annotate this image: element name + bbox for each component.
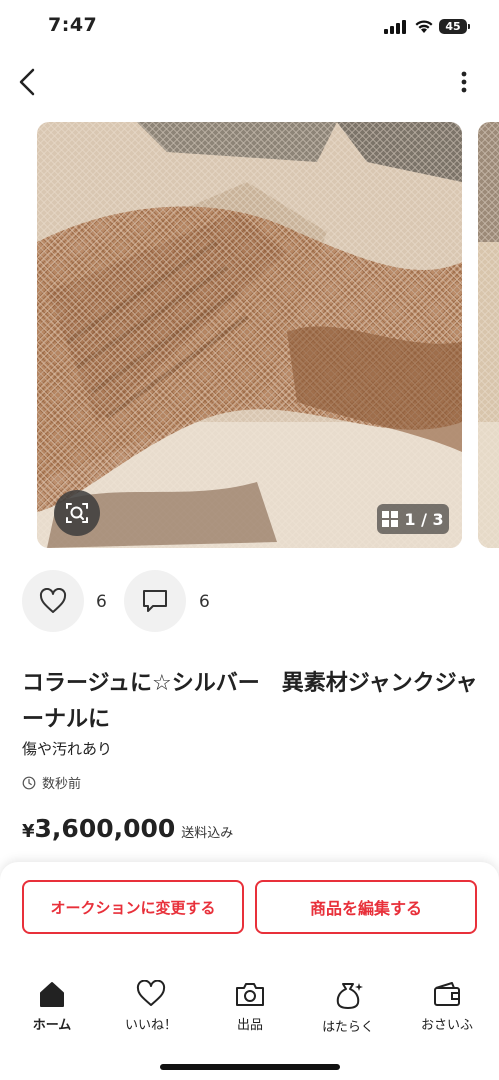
- clock-icon: [22, 776, 36, 789]
- image-counter: 1 / 3: [377, 504, 449, 534]
- heart-icon: [39, 588, 67, 613]
- camera-icon: [236, 983, 264, 1006]
- wallet-icon: [434, 982, 460, 1006]
- tab-wallet-label: おさいふ: [420, 1018, 473, 1033]
- item-condition: 傷や汚れあり: [22, 740, 113, 758]
- tab-work-label: はたらく: [322, 1020, 374, 1035]
- tab-home-label: ホーム: [32, 1018, 72, 1033]
- comment-button[interactable]: [124, 570, 186, 632]
- tab-work[interactable]: はたらく: [303, 980, 393, 1035]
- shipping-note: 送料込み: [181, 826, 234, 841]
- comment-icon: [143, 590, 167, 612]
- tab-likes[interactable]: いいね！: [106, 980, 196, 1033]
- status-time: 7:47: [48, 14, 98, 36]
- like-button[interactable]: [22, 570, 84, 632]
- tab-sell[interactable]: 出品: [205, 980, 295, 1033]
- money-bag-icon: [336, 983, 363, 1009]
- comment-count: 6: [199, 592, 210, 612]
- wifi-icon: [415, 20, 433, 33]
- tab-likes-label: いいね！: [124, 1018, 177, 1033]
- cellular-signal-icon: [384, 20, 408, 34]
- grid-icon: [382, 511, 399, 527]
- image-counter-text: 1 / 3: [404, 509, 444, 529]
- tab-home[interactable]: ホーム: [7, 980, 97, 1033]
- currency-symbol: ¥: [22, 821, 35, 842]
- item-title: コラージュに☆シルバー 異素材ジャンクジャーナルに: [22, 671, 478, 732]
- heart-icon: [136, 980, 166, 1006]
- tab-sell-label: 出品: [236, 1018, 263, 1033]
- posted-time-text: 数秒前: [42, 777, 82, 792]
- price-value: 3,600,000: [34, 814, 176, 843]
- home-indicator: [160, 1064, 340, 1070]
- tab-wallet[interactable]: おさいふ: [402, 980, 492, 1033]
- home-icon: [40, 982, 64, 1007]
- change-to-auction-button[interactable]: オークションに変更する: [22, 880, 244, 934]
- like-count: 6: [96, 592, 107, 612]
- edit-item-button[interactable]: 商品を編集する: [255, 880, 477, 934]
- battery-cap: [468, 24, 470, 29]
- price: ¥3,600,000: [22, 814, 175, 843]
- next-product-image[interactable]: [478, 122, 499, 548]
- image-search-icon: [66, 503, 88, 523]
- product-image[interactable]: [37, 122, 462, 548]
- battery-indicator: 45: [439, 19, 467, 34]
- price-row: ¥3,600,000 送料込み: [22, 814, 233, 843]
- image-search-button[interactable]: [54, 490, 100, 536]
- more-options-icon[interactable]: [452, 66, 476, 98]
- back-button[interactable]: [14, 64, 44, 100]
- posted-time: 数秒前: [22, 773, 81, 792]
